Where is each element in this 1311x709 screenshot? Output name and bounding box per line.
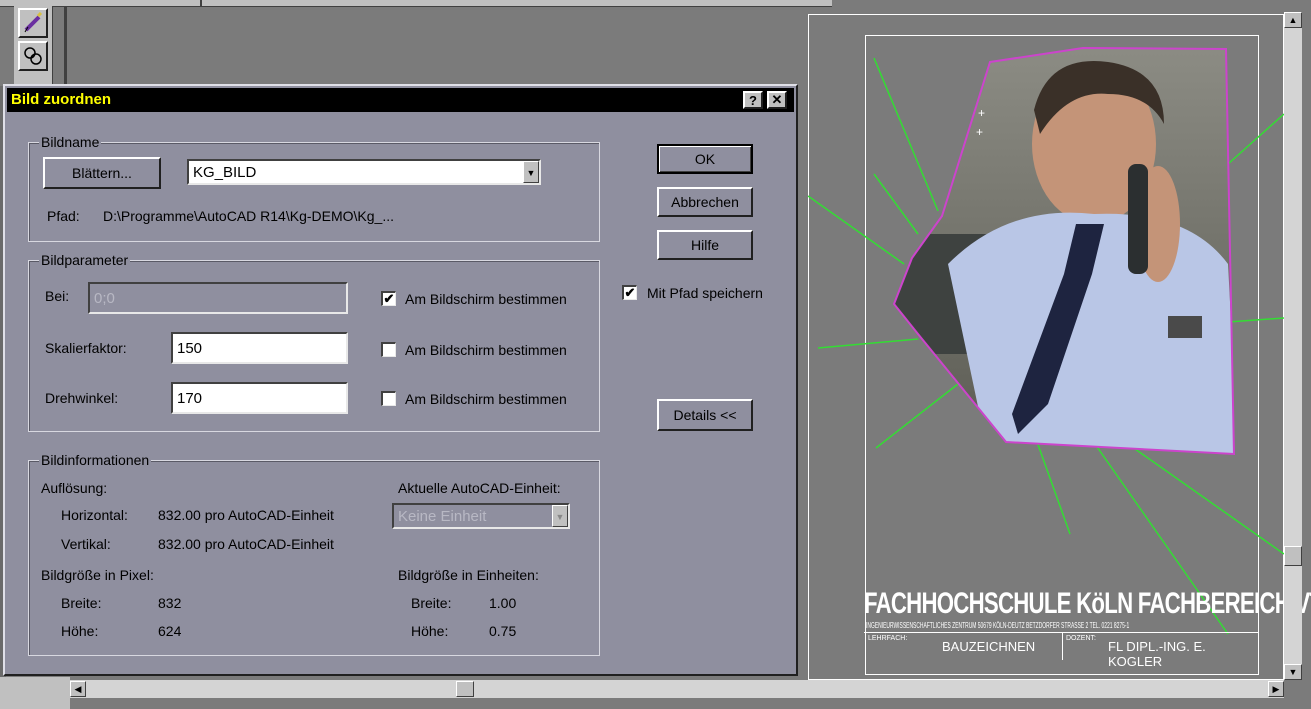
pixel-height-label: Höhe: bbox=[61, 623, 99, 639]
unit-height-label: Höhe: bbox=[411, 623, 449, 639]
scroll-right-button[interactable]: ▶ bbox=[1268, 681, 1284, 697]
current-unit-label: Aktuelle AutoCAD-Einheit: bbox=[398, 480, 561, 496]
title-block-divider bbox=[1062, 632, 1063, 660]
subject-value: BAUZEICHNEN bbox=[942, 639, 1036, 654]
scale-field[interactable]: 150 bbox=[171, 332, 348, 364]
current-unit-value: Keine Einheit bbox=[398, 507, 487, 525]
leader-line bbox=[1227, 317, 1284, 323]
current-unit-combo: Keine Einheit ▼ bbox=[392, 503, 570, 529]
bei-onscreen-label: Am Bildschirm bestimmen bbox=[405, 291, 567, 307]
subject-label: LEHRFACH: bbox=[868, 635, 908, 642]
rotation-onscreen-checkbox[interactable] bbox=[381, 391, 396, 406]
photo-portrait bbox=[894, 48, 1234, 454]
draw-tool-button[interactable] bbox=[18, 8, 48, 38]
pixel-width-label: Breite: bbox=[61, 595, 102, 611]
resolution-label: Auflösung: bbox=[41, 480, 108, 496]
lecturer-value: FL DIPL.-ING. E. KOGLER bbox=[1108, 639, 1206, 669]
scroll-down-button[interactable]: ▼ bbox=[1284, 664, 1302, 680]
scroll-up-button[interactable]: ▲ bbox=[1284, 12, 1302, 28]
title-block-rule bbox=[864, 632, 1258, 633]
leader-line bbox=[873, 173, 919, 235]
leader-line bbox=[1035, 438, 1071, 535]
details-button[interactable]: Details << bbox=[657, 399, 753, 431]
path-label: Pfad: bbox=[47, 208, 80, 224]
vertical-value: 832.00 pro AutoCAD-Einheit bbox=[158, 536, 334, 552]
scroll-left-button[interactable]: ◀ bbox=[70, 681, 86, 697]
image-name-value: KG_BILD bbox=[193, 163, 257, 181]
horizontal-value: 832.00 pro AutoCAD-Einheit bbox=[158, 507, 334, 523]
image-name-combo[interactable]: KG_BILD ▼ bbox=[187, 159, 541, 185]
save-path-checkbox[interactable]: ✔ bbox=[622, 285, 637, 300]
top-toolbar-divider bbox=[200, 0, 202, 6]
palette-edge bbox=[64, 6, 67, 86]
bei-label: Bei: bbox=[45, 288, 70, 304]
rotation-label: Drehwinkel: bbox=[45, 390, 119, 406]
title-block: FACHHOCHSCHULE KöLN FACHBEREICH VT INGEN… bbox=[864, 585, 1311, 669]
vertical-label: Vertikal: bbox=[61, 536, 111, 552]
scale-onscreen-checkbox[interactable] bbox=[381, 342, 396, 357]
link-icon bbox=[24, 47, 42, 65]
rotation-field[interactable]: 170 bbox=[171, 382, 348, 414]
unit-width-value: 1.00 bbox=[489, 595, 517, 611]
bei-field: 0;0 bbox=[88, 282, 348, 314]
dialog-window: Bild zuordnen ? ✕ Bildname Blättern... K… bbox=[3, 84, 798, 676]
horizontal-scrollbar[interactable]: ◀ ▶ bbox=[70, 680, 1284, 698]
scroll-thumb-vertical[interactable] bbox=[1284, 546, 1302, 566]
chevron-down-icon[interactable]: ▼ bbox=[523, 161, 539, 183]
unit-height-value: 0.75 bbox=[489, 623, 517, 639]
scroll-thumb-horizontal[interactable] bbox=[456, 681, 474, 697]
chevron-down-icon: ▼ bbox=[552, 505, 568, 527]
scale-label: Skalierfaktor: bbox=[45, 340, 127, 356]
school-subtitle: INGENIEURWISSENSCHAFTLICHES ZENTRUM 5067… bbox=[866, 621, 1130, 630]
school-title: FACHHOCHSCHULE KöLN FACHBEREICH VT bbox=[864, 587, 1311, 620]
dialog-title: Bild zuordnen bbox=[11, 91, 111, 108]
leader-line bbox=[1227, 113, 1284, 165]
bottom-left-strip bbox=[0, 677, 70, 709]
bildinformationen-legend: Bildinformationen bbox=[39, 452, 152, 468]
attach-tool-button[interactable] bbox=[18, 41, 48, 71]
bei-onscreen-checkbox[interactable]: ✔ bbox=[381, 291, 396, 306]
save-path-label: Mit Pfad speichern bbox=[647, 285, 763, 301]
ok-button[interactable]: OK bbox=[657, 144, 753, 174]
unit-width-label: Breite: bbox=[411, 595, 452, 611]
leader-line bbox=[1127, 443, 1284, 555]
dialog-titlebar[interactable]: Bild zuordnen ? ✕ bbox=[7, 88, 794, 112]
scale-onscreen-label: Am Bildschirm bestimmen bbox=[405, 342, 567, 358]
pixel-size-label: Bildgröße in Pixel: bbox=[41, 567, 154, 583]
browse-button[interactable]: Blättern... bbox=[43, 157, 161, 189]
drawing-graphics: + + bbox=[808, 46, 1284, 635]
grip-marker: + bbox=[978, 106, 985, 120]
leader-line bbox=[817, 338, 919, 349]
pixel-width-value: 832 bbox=[158, 595, 182, 611]
leader-line bbox=[808, 195, 905, 265]
cancel-button[interactable]: Abbrechen bbox=[657, 187, 753, 217]
grip-marker: + bbox=[976, 125, 983, 139]
path-value: D:\Programme\AutoCAD R14\Kg-DEMO\Kg_... bbox=[103, 208, 394, 224]
rotation-onscreen-label: Am Bildschirm bestimmen bbox=[405, 391, 567, 407]
titlebar-close-button[interactable]: ✕ bbox=[767, 91, 787, 109]
unit-size-label: Bildgröße in Einheiten: bbox=[398, 567, 539, 583]
vertical-scrollbar[interactable]: ▲ ▼ bbox=[1284, 12, 1302, 680]
leader-line bbox=[875, 383, 959, 449]
lecturer-label: DOZENT: bbox=[1066, 635, 1096, 642]
titlebar-help-button[interactable]: ? bbox=[743, 91, 763, 109]
top-toolbar-strip bbox=[0, 0, 832, 7]
help-button[interactable]: Hilfe bbox=[657, 230, 753, 260]
horizontal-label: Horizontal: bbox=[61, 507, 128, 523]
pixel-height-value: 624 bbox=[158, 623, 182, 639]
bildparameter-legend: Bildparameter bbox=[39, 252, 131, 268]
pencil-icon bbox=[24, 12, 43, 33]
bildname-legend: Bildname bbox=[39, 134, 102, 150]
